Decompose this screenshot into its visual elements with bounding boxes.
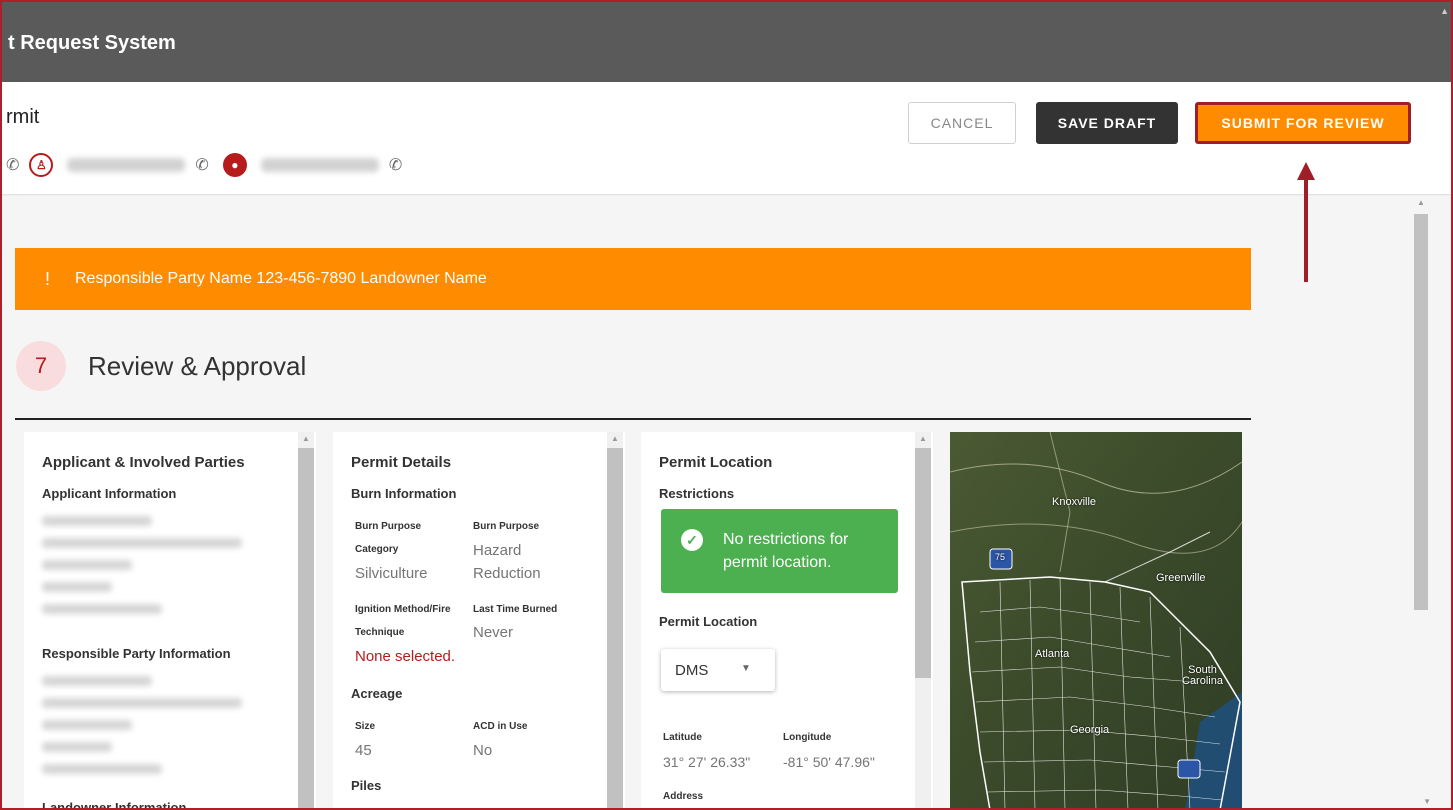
longitude-label: Longitude — [783, 732, 832, 743]
redacted-text — [42, 676, 152, 686]
contact-row: ✆ ♙ ✆ ● ✆ — [6, 152, 402, 178]
redacted-text — [42, 604, 162, 614]
scrollbar-thumb[interactable] — [607, 448, 623, 810]
applicant-person-icon: ♙ — [29, 153, 54, 177]
acd-value: No — [473, 742, 493, 759]
responsible-party-alert: ! Responsible Party Name 123-456-7890 La… — [15, 248, 1251, 310]
technique-label: Technique — [355, 627, 405, 638]
forester-phone-icon[interactable]: ✆ — [389, 155, 402, 175]
permit-details-title: Permit Details — [351, 454, 452, 471]
address-label: Address — [663, 791, 704, 802]
scroll-up-icon[interactable]: ▲ — [611, 434, 619, 443]
landowner-info-heading: Landowner Information — [42, 800, 187, 810]
redacted-text — [42, 720, 132, 730]
section-divider — [15, 418, 1251, 420]
alert-icon: ! — [45, 268, 51, 289]
scrollbar-thumb[interactable] — [1414, 214, 1428, 610]
coordinate-format-value: DMS — [675, 662, 709, 679]
no-restrictions-message: ✓ No restrictions for permit location. — [661, 509, 898, 593]
permit-location-label: Permit Location — [659, 614, 758, 629]
restriction-message-text: No restrictions for permit location. — [723, 531, 849, 571]
phone-icon[interactable]: ✆ — [6, 155, 19, 175]
redacted-text — [42, 516, 152, 526]
page-title: rmit — [6, 106, 40, 128]
app-header-bar: t Request System ▲ — [0, 0, 1453, 82]
permit-details-panel: Permit Details Burn Information Burn Pur… — [333, 432, 625, 810]
permit-location-title: Permit Location — [659, 454, 773, 471]
acd-label: ACD in Use — [473, 721, 528, 732]
burn-purpose-value-line1: Hazard — [473, 542, 522, 559]
window-scroll-up-icon[interactable]: ▲ — [1440, 6, 1449, 16]
scrollbar-thumb[interactable] — [915, 448, 931, 678]
submit-for-review-button[interactable]: SUBMIT FOR REVIEW — [1195, 102, 1411, 144]
last-burned-label: Last Time Burned — [473, 604, 558, 615]
check-circle-icon: ✓ — [681, 529, 703, 551]
ignition-method-value: None selected. — [355, 648, 456, 665]
restrictions-heading: Restrictions — [659, 486, 735, 501]
redacted-text — [42, 582, 112, 592]
scroll-up-icon[interactable]: ▲ — [302, 434, 310, 443]
latitude-value: 31° 27' 26.33" — [663, 754, 751, 770]
coordinate-format-select[interactable]: DMS ▼ — [661, 649, 775, 691]
step-number-badge: 7 — [16, 341, 66, 391]
burn-purpose-value-line2: Reduction — [473, 565, 541, 582]
permit-location-scrollbar[interactable]: ▲ — [915, 432, 931, 810]
redacted-text — [42, 742, 112, 752]
forester-name-redacted — [260, 158, 379, 172]
acreage-heading: Acreage — [351, 686, 403, 701]
burn-info-heading: Burn Information — [351, 486, 457, 501]
annotation-arrow-shaft — [1304, 178, 1308, 282]
last-burned-value: Never — [473, 624, 514, 641]
applicant-panel-title: Applicant & Involved Parties — [42, 454, 245, 471]
size-label: Size — [355, 721, 376, 732]
applicant-phone-icon[interactable]: ✆ — [195, 155, 208, 175]
map-label-interstate-75: 75 — [995, 552, 1006, 562]
map-label-knoxville: Knoxville — [1052, 496, 1097, 508]
step-title: Review & Approval — [88, 351, 307, 381]
scroll-down-icon[interactable]: ▼ — [1423, 797, 1431, 806]
applicant-panel: Applicant & Involved Parties Applicant I… — [24, 432, 316, 810]
responsible-info-heading: Responsible Party Information — [42, 646, 231, 661]
alert-text: Responsible Party Name 123-456-7890 Land… — [75, 270, 487, 287]
applicant-name-redacted — [67, 158, 186, 172]
redacted-text — [42, 538, 242, 548]
map-label-greenville: Greenville — [1156, 572, 1206, 584]
redacted-text — [42, 764, 162, 774]
cancel-button[interactable]: CANCEL — [908, 102, 1016, 144]
scrollbar-thumb[interactable] — [298, 448, 314, 810]
category-value: Silviculture — [355, 565, 428, 582]
permit-details-scrollbar[interactable]: ▲ — [607, 432, 623, 810]
size-value: 45 — [355, 742, 372, 759]
longitude-value: -81° 50' 47.96" — [783, 754, 875, 770]
piles-heading: Piles — [351, 778, 382, 793]
latitude-label: Latitude — [663, 732, 702, 743]
scroll-up-icon[interactable]: ▲ — [1417, 198, 1425, 207]
burn-purpose-label: Burn Purpose — [355, 521, 422, 532]
map-label-georgia: Georgia — [1070, 724, 1110, 736]
redacted-text — [42, 560, 132, 570]
map-label-south-carolina: South Carolina — [1182, 664, 1223, 687]
ignition-method-label: Ignition Method/Fire — [355, 604, 451, 615]
save-draft-button[interactable]: SAVE DRAFT — [1036, 102, 1178, 144]
applicant-info-heading: Applicant Information — [42, 486, 177, 501]
permit-location-panel: Permit Location Restrictions ✓ No restri… — [641, 432, 933, 810]
redacted-text — [42, 698, 242, 708]
forester-person-icon: ● — [222, 153, 247, 177]
burn-purpose-label-2: Burn Purpose — [473, 521, 540, 532]
applicant-panel-scrollbar[interactable]: ▲ — [298, 432, 314, 810]
category-label: Category — [355, 544, 399, 555]
chevron-down-icon: ▼ — [741, 663, 751, 674]
satellite-map[interactable]: Knoxville Greenville South Carolina Geor… — [950, 432, 1242, 810]
page-scrollbar[interactable]: ▲ — [1413, 196, 1431, 810]
map-graphic — [950, 432, 1242, 810]
map-label-atlanta: Atlanta — [1035, 648, 1070, 660]
scroll-up-icon[interactable]: ▲ — [919, 434, 927, 443]
app-title: t Request System — [8, 32, 176, 54]
